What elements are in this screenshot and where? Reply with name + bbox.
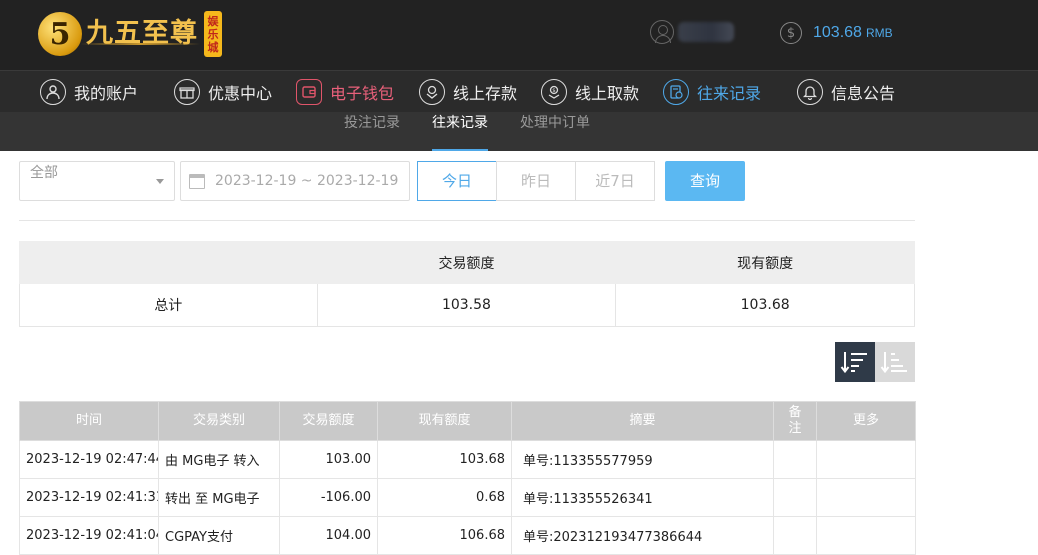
summary-header-row: 交易额度 现有额度	[19, 241, 915, 284]
sort-ascending-button[interactable]	[875, 342, 915, 382]
gift-icon	[174, 79, 200, 105]
type-select-value: 全部	[30, 165, 58, 181]
user-icon	[40, 79, 66, 105]
balance-unit: RMB	[865, 26, 893, 40]
divider	[19, 220, 915, 221]
cell-more[interactable]	[816, 516, 916, 555]
wallet-icon	[296, 79, 322, 105]
cell-amount: 104.00	[279, 516, 378, 555]
main-nav: 我的账户 优惠中心 电子钱包 线上存款 $ 线上取款 往来记录 信息公告	[0, 70, 1038, 112]
tab-transaction-records[interactable]: 往来记录	[432, 112, 488, 151]
logo-mark: 5	[38, 12, 82, 56]
sub-nav: 投注记录 往来记录 处理中订单	[0, 112, 1038, 151]
cell-memo: 单号:202312193477386644	[511, 516, 774, 555]
dollar-icon: $	[780, 22, 802, 44]
cell-more[interactable]	[816, 440, 916, 479]
summary-header-balance: 现有额度	[615, 241, 915, 284]
records-header-row: 时间 交易类别 交易额度 现有额度 摘要 备注 更多	[19, 401, 916, 441]
summary-table: 交易额度 现有额度 总计 103.58 103.68	[19, 241, 915, 327]
today-button[interactable]: 今日	[417, 161, 497, 201]
cell-memo: 单号:113355577959	[511, 440, 774, 479]
cell-balance: 103.68	[377, 440, 512, 479]
col-note[interactable]: 备注	[773, 401, 817, 441]
col-more[interactable]: 更多	[816, 401, 916, 441]
svg-text:$: $	[552, 88, 556, 94]
query-button[interactable]: 查询	[665, 161, 745, 201]
summary-total-amount: 103.58	[316, 283, 617, 327]
balance-value: 103.68	[813, 24, 862, 41]
date-range-input[interactable]: 2023-12-19 ~ 2023-12-19	[180, 161, 410, 201]
nav-my-account[interactable]: 我的账户	[40, 78, 138, 106]
logo-ornament	[80, 43, 200, 45]
sort-descending-icon	[840, 352, 867, 374]
nav-promotions[interactable]: 优惠中心	[174, 78, 272, 106]
balance-display: $ 103.68 RMB	[780, 22, 893, 44]
summary-total-balance: 103.68	[615, 283, 915, 327]
table-row[interactable]: 2023-12-19 02:41:31 转出 至 MG电子 -106.00 0.…	[19, 478, 916, 517]
cell-amount: 103.00	[279, 440, 378, 479]
records-table: 时间 交易类别 交易额度 现有额度 摘要 备注 更多 2023-12-19 02…	[19, 401, 916, 555]
user-account[interactable]	[650, 20, 734, 44]
cell-balance: 106.68	[377, 516, 512, 555]
col-balance[interactable]: 现有额度	[377, 401, 512, 441]
summary-header-blank	[19, 241, 318, 284]
cell-time: 2023-12-19 02:47:44	[19, 440, 159, 479]
table-row[interactable]: 2023-12-19 02:47:44 由 MG电子 转入 103.00 103…	[19, 440, 916, 479]
nav-e-wallet[interactable]: 电子钱包	[296, 78, 394, 106]
cell-time: 2023-12-19 02:41:04	[19, 516, 159, 555]
col-memo[interactable]: 摘要	[511, 401, 774, 441]
col-type[interactable]: 交易类别	[158, 401, 280, 441]
sort-ascending-icon	[880, 352, 907, 374]
cell-note	[773, 516, 817, 555]
cell-type: CGPAY支付	[158, 516, 280, 555]
cell-time: 2023-12-19 02:41:31	[19, 478, 159, 517]
summary-total-row: 总计 103.58 103.68	[19, 283, 915, 327]
tab-pending-orders[interactable]: 处理中订单	[520, 112, 590, 151]
chevron-down-icon	[156, 179, 164, 184]
top-bar: 5 九五至尊 娱 乐 城 $ 103.68 RMB	[0, 0, 1038, 70]
cell-more[interactable]	[816, 478, 916, 517]
nav-transaction-records[interactable]: 往来记录	[663, 78, 761, 106]
col-time[interactable]: 时间	[19, 401, 159, 441]
type-select[interactable]: 全部	[19, 161, 175, 201]
tab-bet-records[interactable]: 投注记录	[344, 112, 400, 151]
summary-header-amount: 交易额度	[316, 241, 617, 284]
site-logo[interactable]: 5 九五至尊 娱 乐 城	[38, 8, 222, 60]
cell-note	[773, 440, 817, 479]
logo-badge: 娱 乐 城	[204, 11, 222, 57]
summary-total-label: 总计	[19, 283, 318, 327]
date-range-value: 2023-12-19 ~ 2023-12-19	[215, 173, 399, 189]
nav-online-deposit[interactable]: 线上存款	[419, 78, 517, 106]
table-row[interactable]: 2023-12-19 02:41:04 CGPAY支付 104.00 106.6…	[19, 516, 916, 555]
nav-online-withdraw[interactable]: $ 线上取款	[541, 78, 639, 106]
cell-note	[773, 478, 817, 517]
cell-balance: 0.68	[377, 478, 512, 517]
bell-icon	[797, 79, 823, 105]
calendar-icon	[189, 173, 205, 189]
cell-amount: -106.00	[279, 478, 378, 517]
cell-memo: 单号:113355526341	[511, 478, 774, 517]
nav-announcements[interactable]: 信息公告	[797, 78, 895, 106]
sort-descending-button[interactable]	[835, 342, 875, 382]
yesterday-button[interactable]: 昨日	[496, 161, 576, 201]
cell-type: 转出 至 MG电子	[158, 478, 280, 517]
withdraw-icon: $	[541, 79, 567, 105]
col-amount[interactable]: 交易额度	[279, 401, 378, 441]
cell-type: 由 MG电子 转入	[158, 440, 280, 479]
last-7-days-button[interactable]: 近7日	[575, 161, 655, 201]
username-redacted	[678, 22, 734, 42]
user-icon	[650, 20, 674, 44]
records-icon	[663, 79, 689, 105]
deposit-icon	[419, 79, 445, 105]
